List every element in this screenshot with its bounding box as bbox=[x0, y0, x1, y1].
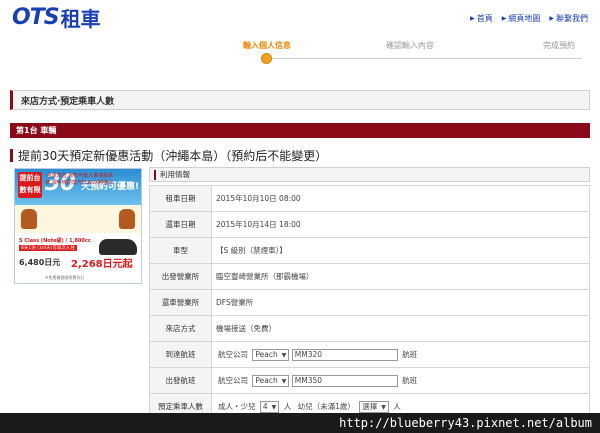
departure-suffix: 航班 bbox=[402, 376, 418, 385]
info-bullet bbox=[154, 169, 156, 180]
row-label: 出發營業所 bbox=[149, 263, 212, 290]
shisa-icon bbox=[119, 209, 135, 229]
table-row: 還車營業所 DFS營業所 bbox=[149, 289, 590, 316]
link-contact[interactable]: ▶ 聯繫我們 bbox=[549, 13, 588, 24]
row-label: 來店方式 bbox=[149, 315, 212, 342]
row-value: 臨空豐崎營業所（那霸機場） bbox=[211, 263, 590, 290]
step-line bbox=[266, 58, 582, 59]
arrival-suffix: 航班 bbox=[402, 350, 418, 359]
header: OTS 租車 ▶ 首頁 ▶ 網頁地圖 ▶ 聯繫我們 bbox=[0, 0, 600, 36]
logo-ots-text: OTS bbox=[12, 4, 60, 30]
promo-price-new: 2,268日元起 bbox=[71, 259, 133, 270]
table-row: 來店方式 機場接送（免費） bbox=[149, 315, 590, 342]
row-label: 還車日期 bbox=[149, 211, 212, 238]
row-value: 2015年10月14日 18:00 bbox=[211, 211, 590, 238]
step-3-label: 完成預約 bbox=[543, 41, 575, 50]
departure-airline-select[interactable]: Peach ▼ bbox=[252, 374, 290, 387]
link-contact-label: 聯繫我們 bbox=[556, 14, 588, 23]
car-bar: 第1台 車輛 bbox=[10, 123, 590, 138]
rental-info-table: 租車日期 2015年10月10日 08:00 還車日期 2015年10月14日 … bbox=[149, 185, 590, 420]
infant-unit: 人 bbox=[393, 402, 401, 411]
link-home-label: 首頁 bbox=[476, 14, 493, 23]
shisa-icon bbox=[21, 209, 37, 229]
departure-flight-input[interactable]: MM350 bbox=[291, 374, 398, 387]
infant-label: 幼兒（未滿1歲） bbox=[297, 402, 355, 411]
logo-cn-text: 租車 bbox=[60, 6, 101, 31]
adult-count-select[interactable]: 4 ▼ bbox=[259, 400, 280, 413]
promo-mid-text: 全車款皆 擁有可嵌入車導航系統 或手機同款汽FLAUX熱播子. bbox=[45, 173, 115, 186]
departure-label: 出發航班 bbox=[149, 367, 212, 394]
adult-count-value: 4 bbox=[262, 401, 268, 411]
departure-airline-label: 航空公司 bbox=[218, 376, 248, 385]
table-row: 到達航班 航空公司 Peach ▼ MM320 航班 bbox=[149, 341, 590, 368]
row-label: 租車日期 bbox=[149, 185, 212, 212]
row-value: 【S 級別（禁煙車）】 bbox=[211, 237, 590, 264]
step-2-label: 確認輸入內容 bbox=[386, 41, 434, 50]
car-icon bbox=[99, 239, 137, 255]
chevron-down-icon: ▼ bbox=[381, 403, 386, 411]
arrow-right-icon: ▶ bbox=[549, 15, 554, 22]
infant-count-select[interactable]: 選擇 ▼ bbox=[359, 400, 389, 413]
info-header: 利用情報 bbox=[149, 167, 590, 182]
arrow-right-icon: ▶ bbox=[501, 15, 507, 22]
row-value: 2015年10月10日 08:00 bbox=[211, 185, 590, 212]
arrow-right-icon: ▶ bbox=[470, 15, 475, 22]
arrival-flight-input[interactable]: MM320 bbox=[291, 348, 398, 361]
adult-unit: 人 bbox=[283, 402, 292, 411]
step-1-label: 輸入個人信息 bbox=[243, 41, 291, 50]
campaign-bullet bbox=[10, 148, 13, 162]
top-links: ▶ 首頁 ▶ 網頁地圖 ▶ 聯繫我們 bbox=[470, 13, 588, 24]
step-active-dot bbox=[261, 53, 272, 64]
departure-value: 航空公司 Peach ▼ MM350 航班 bbox=[211, 367, 590, 394]
chevron-down-icon: ▼ bbox=[271, 403, 277, 411]
promo-note: ※免責補償險保費另計 bbox=[45, 275, 85, 280]
watermark-url: http://blueberry43.pixnet.net/album bbox=[0, 413, 600, 433]
promo-banner[interactable]: 提前台數有限 30 天預約可優惠! 全車款皆 擁有可嵌入車導航系統 或手機同款汽… bbox=[14, 168, 142, 284]
arrival-label: 到達航班 bbox=[149, 341, 212, 368]
arrival-value: 航空公司 Peach ▼ MM320 航班 bbox=[211, 341, 590, 368]
promo-badge: 提前台數有限 bbox=[18, 172, 42, 198]
row-label: 車型 bbox=[149, 237, 212, 264]
row-value: DFS營業所 bbox=[211, 289, 590, 316]
link-sitemap-label: 網頁地圖 bbox=[508, 14, 541, 23]
adult-label: 成人・少兒 bbox=[218, 402, 256, 411]
info-header-text: 利用情報 bbox=[160, 170, 190, 179]
arrival-airline-select[interactable]: Peach ▼ bbox=[252, 348, 290, 361]
link-home[interactable]: ▶ 首頁 bbox=[470, 13, 493, 24]
infant-count-value: 選擇 bbox=[362, 401, 378, 411]
promo-days: 8天1泊 (3/4天)可再次入住 bbox=[19, 245, 77, 251]
chevron-down-icon: ▼ bbox=[281, 377, 287, 385]
link-sitemap[interactable]: ▶ 網頁地圖 bbox=[502, 13, 541, 24]
table-row: 還車日期 2015年10月14日 18:00 bbox=[149, 211, 590, 238]
promo-class: S Class (Note級) / 1,800cc bbox=[19, 238, 91, 244]
row-value: 機場接送（免費） bbox=[211, 315, 590, 342]
progress-steps: 輸入個人信息 確認輸入內容 完成預約 bbox=[0, 36, 600, 68]
arrival-airline-value: Peach bbox=[255, 349, 278, 359]
departure-airline-value: Peach bbox=[255, 375, 278, 385]
promo-price-old: 6,480日元 bbox=[19, 258, 61, 267]
row-label: 還車營業所 bbox=[149, 289, 212, 316]
table-row: 租車日期 2015年10月10日 08:00 bbox=[149, 185, 590, 212]
table-row: 出發航班 航空公司 Peach ▼ MM350 航班 bbox=[149, 367, 590, 394]
chevron-down-icon: ▼ bbox=[281, 351, 287, 359]
arrival-airline-label: 航空公司 bbox=[218, 350, 248, 359]
ots-logo[interactable]: OTS 租車 bbox=[12, 4, 101, 31]
table-row: 車型 【S 級別（禁煙車）】 bbox=[149, 237, 590, 264]
section-title: 來店方式‧預定乘車人數 bbox=[10, 90, 590, 110]
campaign-title: 提前30天預定新優惠活動（沖繩本島）（預約后不能變更） bbox=[10, 146, 590, 164]
campaign-text: 提前30天預定新優惠活動（沖繩本島）（預約后不能變更） bbox=[18, 148, 328, 163]
table-row: 出發營業所 臨空豐崎營業所（那霸機場） bbox=[149, 263, 590, 290]
